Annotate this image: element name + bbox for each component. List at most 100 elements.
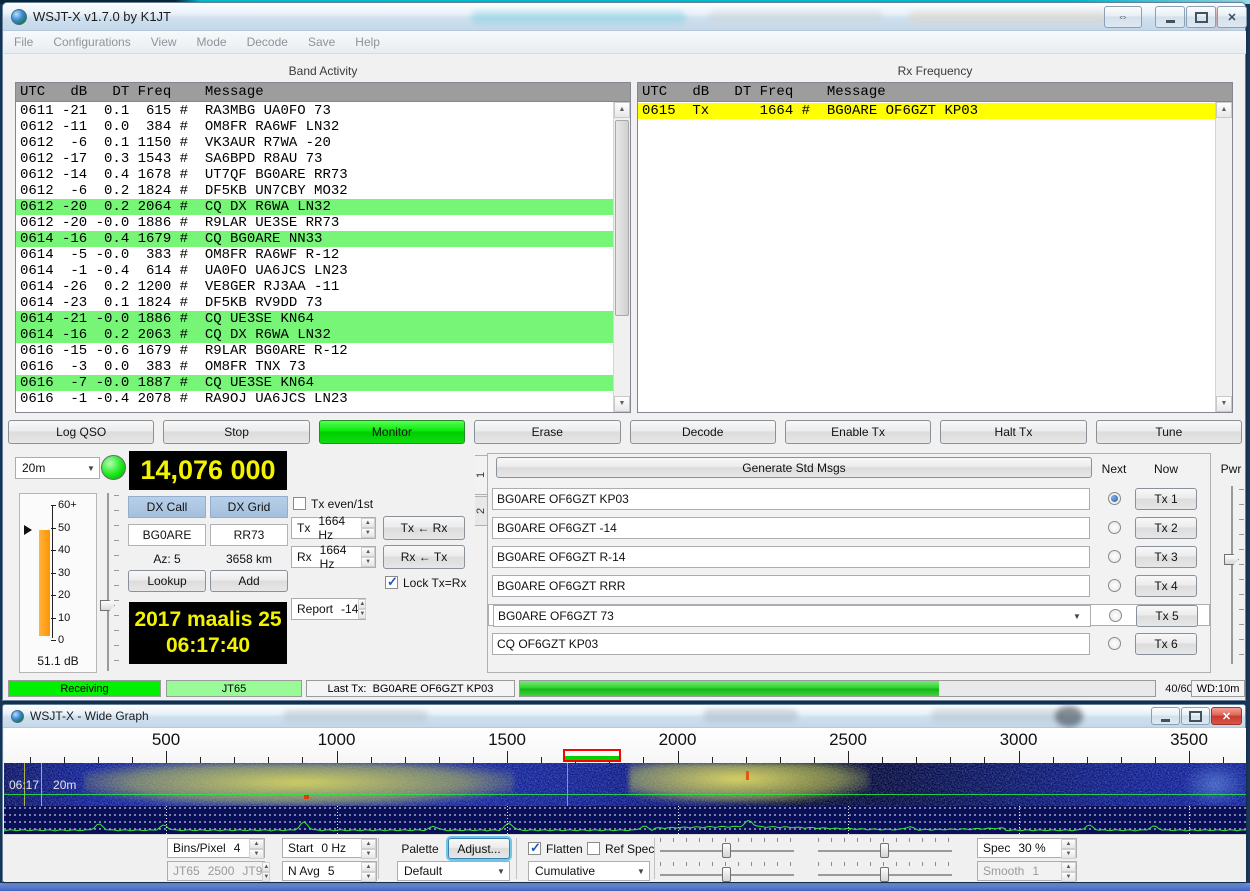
decoded-message-row[interactable]: 0612 -17 0.3 1543 # SA6BPD R8AU 73 (16, 151, 613, 167)
checkbox-checked-icon[interactable] (528, 842, 541, 855)
decoded-message-row[interactable]: 0611 -21 0.1 615 # RA3MBG UA0FO 73 (16, 103, 613, 119)
tx-message-input[interactable] (492, 517, 1090, 539)
decoded-message-row[interactable]: 0612 -20 0.2 2064 # CQ DX R6WA LN32 (16, 199, 613, 215)
rx-from-tx-button[interactable]: Rx ← Tx (383, 545, 465, 569)
decoded-message-row[interactable]: 0614 -23 0.1 1824 # DF5KB RV9DD 73 (16, 295, 613, 311)
decoded-message-row[interactable]: 0616 -3 0.0 383 # OM8FR TNX 73 (16, 359, 613, 375)
next-radio[interactable] (1108, 492, 1121, 505)
dx-grid-field[interactable]: RR73 (210, 524, 288, 546)
scroll-down-icon[interactable]: ▼ (1216, 396, 1232, 412)
decoded-message-row[interactable]: 0616 -7 -0.0 1887 # CQ UE3SE KN64 (16, 375, 613, 391)
spectrum-zero-slider[interactable] (818, 862, 952, 882)
spin-up-icon[interactable]: ▲ (358, 599, 366, 609)
slider-handle[interactable] (880, 843, 889, 858)
flatten-checkbox[interactable]: Flatten (528, 840, 583, 858)
decoded-message-row[interactable]: 0616 -15 -0.6 1679 # R9LAR BG0ARE R-12 (16, 343, 613, 359)
tx-even-checkbox[interactable]: Tx even/1st (293, 495, 373, 513)
action-button[interactable]: Monitor (319, 420, 465, 444)
spin-down-icon[interactable]: ▼ (361, 872, 376, 882)
spin-down-icon[interactable]: ▼ (361, 849, 376, 859)
tx-message-input[interactable] (492, 575, 1090, 597)
spin-up-icon[interactable]: ▲ (361, 862, 376, 872)
report-spinner[interactable]: Report -14 ▲▼ (291, 598, 366, 620)
bins-pixel-spinner[interactable]: Bins/Pixel 4 ▲▼ (167, 838, 265, 858)
lock-txrx-checkbox[interactable]: Lock Tx=Rx (385, 574, 466, 592)
tx-message-input[interactable] (492, 488, 1090, 510)
decoded-message-row[interactable]: 0614 -21 -0.0 1886 # CQ UE3SE KN64 (16, 311, 613, 327)
palette-select[interactable]: Default ▼ (397, 861, 510, 881)
scroll-up-icon[interactable]: ▲ (1216, 102, 1232, 118)
slider-handle[interactable] (880, 867, 889, 882)
action-button[interactable]: Halt Tx (940, 420, 1086, 444)
decoded-message-row[interactable]: 0612 -6 0.1 1150 # VK3AUR R7WA -20 (16, 135, 613, 151)
wide-graph-titlebar[interactable]: WSJT-X - Wide Graph (3, 705, 1245, 728)
spec-percent-spinner[interactable]: Spec 30 % ▲▼ (977, 838, 1077, 858)
next-radio[interactable] (1108, 579, 1121, 592)
menu-item[interactable]: Help (345, 31, 390, 53)
action-button[interactable]: Log QSO (8, 420, 154, 444)
next-radio[interactable] (1108, 637, 1121, 650)
rx-freq-spinner[interactable]: Rx 1664 Hz ▲▼ (291, 546, 376, 568)
swap-rig-button[interactable]: ⇔ (1104, 6, 1142, 28)
decoded-message-row[interactable]: 0614 -1 -0.4 614 # UA0FO UA6JCS LN23 (16, 263, 613, 279)
chevron-down-icon[interactable]: ▼ (1073, 612, 1081, 621)
dx-grid-header[interactable]: DX Grid (210, 496, 288, 518)
action-button[interactable]: Erase (474, 420, 620, 444)
spin-down-icon[interactable]: ▼ (361, 557, 375, 567)
decoded-message-row[interactable]: 0612 -6 0.2 1824 # DF5KB UN7CBY MO32 (16, 183, 613, 199)
slider-handle[interactable] (100, 600, 115, 611)
action-button[interactable]: Stop (163, 420, 309, 444)
generate-std-msgs-button[interactable]: Generate Std Msgs (496, 457, 1092, 478)
menu-item[interactable]: Configurations (43, 31, 140, 53)
decoded-message-row[interactable]: 0614 -5 -0.0 383 # OM8FR RA6WF R-12 (16, 247, 613, 263)
waterfall-display[interactable]: 06:17 20m (4, 763, 1246, 806)
scroll-down-icon[interactable]: ▼ (614, 396, 630, 412)
decoded-message-row[interactable]: 0616 -1 -0.4 2078 # RA9OJ UA6JCS LN23 (16, 391, 613, 407)
next-radio[interactable] (1108, 550, 1121, 563)
next-radio[interactable] (1108, 521, 1121, 534)
start-hz-spinner[interactable]: Start 0 Hz ▲▼ (282, 838, 377, 858)
menu-item[interactable]: Save (298, 31, 345, 53)
tx-now-button[interactable]: Tx 4 (1135, 575, 1197, 597)
waterfall-gain-slider[interactable] (660, 838, 794, 858)
minimize-button[interactable] (1151, 707, 1180, 725)
tx-now-button[interactable]: Tx 6 (1135, 633, 1197, 655)
tx-rx-frequency-marker[interactable] (563, 749, 621, 762)
checkbox-icon[interactable] (293, 497, 306, 510)
tx-message-input[interactable] (492, 546, 1090, 568)
ref-spec-checkbox[interactable]: Ref Spec (587, 840, 654, 858)
spectrum-gain-slider[interactable] (660, 862, 794, 882)
slider-handle[interactable] (1224, 554, 1239, 565)
spin-down-icon[interactable]: ▼ (249, 849, 264, 859)
tx-now-button[interactable]: Tx 3 (1135, 546, 1197, 568)
action-button[interactable]: Tune (1096, 420, 1242, 444)
tx-message-input[interactable] (492, 633, 1090, 655)
spin-up-icon[interactable]: ▲ (361, 518, 375, 528)
rx-frequency-scrollbar[interactable]: ▲ ▼ (1215, 102, 1232, 412)
decoded-message-row[interactable]: 0612 -14 0.4 1678 # UT7QF BG0ARE RR73 (16, 167, 613, 183)
menu-item[interactable]: Mode (187, 31, 237, 53)
spin-down-icon[interactable]: ▼ (361, 528, 375, 538)
dx-call-field[interactable]: BG0ARE (128, 524, 206, 546)
jt65-jt9-split-spinner[interactable]: JT65 2500 JT9 ▲▼ (167, 861, 265, 881)
decoded-message-row[interactable]: 0614 -26 0.2 1200 # VE8GER RJ3AA -11 (16, 279, 613, 295)
decoded-message-row[interactable]: 0612 -11 0.0 384 # OM8FR RA6WF LN32 (16, 119, 613, 135)
waterfall-zero-slider[interactable] (818, 838, 952, 858)
menu-item[interactable]: File (4, 31, 43, 53)
add-button[interactable]: Add (210, 570, 288, 592)
band-select[interactable]: 20m ▼ (15, 457, 100, 479)
tx-now-button[interactable]: Tx 1 (1135, 488, 1197, 510)
dx-call-header[interactable]: DX Call (128, 496, 206, 518)
tx-now-button[interactable]: Tx 5 (1136, 605, 1198, 627)
action-button[interactable]: Decode (630, 420, 776, 444)
tx-from-rx-button[interactable]: Tx ← Rx (383, 516, 465, 540)
decoded-message-row[interactable]: 0614 -16 0.4 1679 # CQ BG0ARE NN33 (16, 231, 613, 247)
tx-message-input[interactable] (493, 605, 1091, 627)
slider-handle[interactable] (722, 867, 731, 882)
checkbox-icon[interactable] (587, 842, 600, 855)
close-button[interactable] (1217, 6, 1247, 28)
display-mode-select[interactable]: Cumulative ▼ (528, 861, 650, 881)
scroll-up-icon[interactable]: ▲ (614, 102, 630, 118)
spin-up-icon[interactable]: ▲ (361, 839, 376, 849)
tx-freq-spinner[interactable]: Tx 1664 Hz ▲▼ (291, 517, 376, 539)
